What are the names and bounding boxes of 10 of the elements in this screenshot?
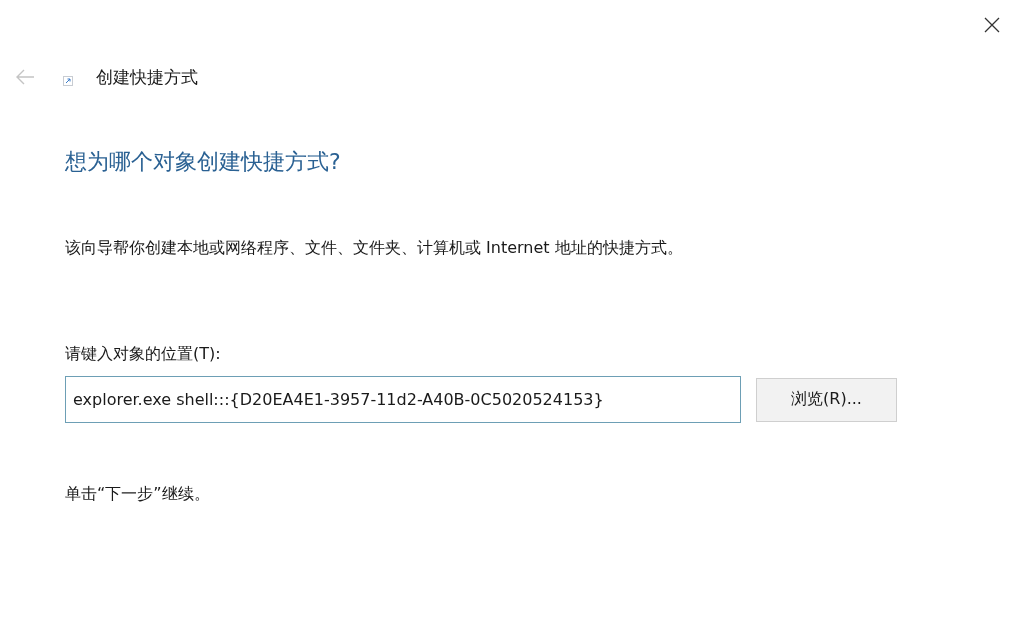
close-icon [984,17,1000,33]
location-input[interactable]: explorer.exe shell:::{D20EA4E1-3957-11d2-A40B-0C5020524153} [65,376,741,423]
location-label: 请键入对象的位置(T): [65,343,222,365]
next-hint-text: 单击“下一步”继续。 [65,483,211,505]
wizard-heading: 想为哪个对象创建快捷方式? [65,148,342,176]
window-title: 创建快捷方式 [96,66,198,89]
browse-button[interactable]: 浏览(R)... [756,377,897,422]
shortcut-icon [63,76,73,86]
description-text: 该向导帮你创建本地或网络程序、文件、文件夹、计算机或 Internet 地址的快捷方式。 [65,237,684,259]
back-arrow-icon [15,69,35,85]
